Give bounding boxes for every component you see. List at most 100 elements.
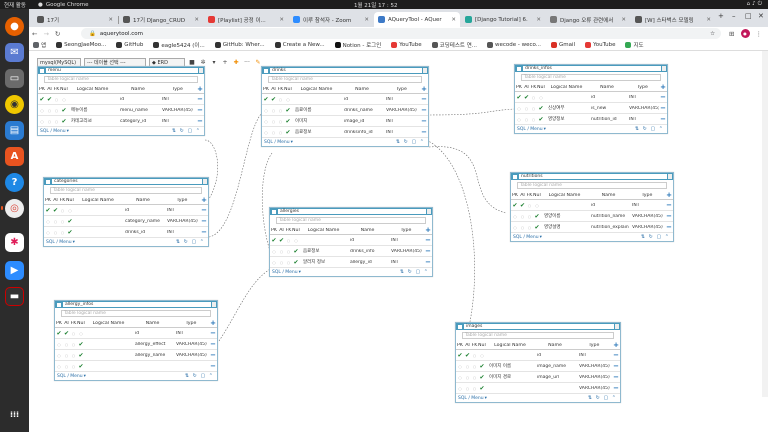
bookmark-item[interactable]: Create a New... bbox=[274, 42, 325, 48]
remove-column-icon[interactable]: − bbox=[659, 104, 667, 112]
ai-checkbox[interactable]: ○ bbox=[63, 353, 70, 358]
close-window-icon[interactable]: ✕ bbox=[758, 12, 764, 20]
fk-checkbox[interactable]: ○ bbox=[530, 117, 537, 122]
logical-name-field[interactable]: 영양정보 bbox=[545, 116, 588, 122]
ai-checkbox[interactable]: ○ bbox=[270, 108, 277, 113]
thunderbird-icon[interactable]: ✉ bbox=[5, 43, 24, 62]
table-categories[interactable]: categories Table logical name PK AI FK N… bbox=[43, 177, 209, 247]
tab-7[interactable]: Django 오류 관련에서 ✕ bbox=[546, 12, 630, 27]
column-row[interactable]: ○ ○ ○ ✔ allergy_effect VARCHAR(45) − bbox=[55, 339, 217, 350]
add-column-icon[interactable]: + bbox=[209, 319, 217, 327]
refresh-icon[interactable]: ↻ bbox=[193, 373, 198, 379]
column-type-field[interactable]: INT bbox=[164, 230, 200, 235]
bookmark-item[interactable]: eagle5424 (이... bbox=[153, 41, 205, 49]
column-type-field[interactable]: VARCHAR(45) bbox=[388, 249, 424, 254]
table-actions[interactable]: ⇅ ↻ ▢ ⌃ bbox=[588, 395, 617, 401]
column-name-field[interactable]: drinks_name bbox=[341, 108, 383, 113]
column-type-field[interactable]: INT bbox=[164, 208, 200, 213]
ai-checkbox[interactable]: ○ bbox=[270, 119, 277, 124]
chevron-down-icon[interactable]: ▾ bbox=[84, 374, 86, 379]
system-tray[interactable]: ⌂♪⏻ bbox=[747, 1, 764, 8]
slack-icon[interactable]: ✱ bbox=[5, 233, 24, 252]
table-actions[interactable]: ⇅ ↻ ▢ ⌃ bbox=[635, 126, 664, 132]
remove-column-icon[interactable]: − bbox=[209, 362, 217, 370]
ai-checkbox[interactable]: ✔ bbox=[270, 96, 277, 103]
tab-6[interactable]: [Django Tutorial] 6. ✕ bbox=[461, 12, 545, 27]
sql-menu-link[interactable]: SQL / Menu bbox=[513, 235, 539, 240]
ai-checkbox[interactable]: ○ bbox=[464, 375, 471, 380]
chevron-down-icon[interactable]: ▾ bbox=[291, 140, 293, 145]
column-name-field[interactable]: id bbox=[132, 331, 173, 336]
null-checkbox[interactable]: ○ bbox=[292, 238, 300, 243]
column-name-field[interactable]: is_new bbox=[588, 106, 626, 111]
ai-checkbox[interactable]: ✔ bbox=[52, 207, 59, 214]
remove-column-icon[interactable]: − bbox=[196, 95, 204, 103]
menu-kebab-icon[interactable]: ⋮ bbox=[756, 30, 763, 38]
pk-checkbox[interactable]: ○ bbox=[38, 108, 46, 113]
app-menu[interactable]: ● Google Chrome bbox=[38, 2, 89, 8]
comment-icon[interactable]: ▢ bbox=[187, 128, 193, 134]
fk-checkbox[interactable]: ○ bbox=[70, 353, 77, 358]
ai-checkbox[interactable]: ✔ bbox=[63, 330, 70, 337]
bookmark-item[interactable]: Notion - 로그인 bbox=[334, 41, 381, 49]
remove-column-icon[interactable]: − bbox=[200, 206, 208, 214]
column-row[interactable]: ○ ○ ○ ✔ 영양이름 nutrition_name VARCHAR(45) … bbox=[511, 211, 673, 222]
remove-column-icon[interactable]: − bbox=[196, 106, 204, 114]
column-name-field[interactable]: drinks_info bbox=[347, 249, 388, 254]
fk-checkbox[interactable]: ○ bbox=[53, 108, 60, 113]
table-logical-name-input[interactable]: Table logical name bbox=[517, 182, 667, 189]
null-checkbox[interactable]: ✔ bbox=[284, 129, 292, 136]
null-checkbox[interactable]: ○ bbox=[284, 97, 292, 102]
extensions-icon[interactable]: ⊞ bbox=[729, 30, 734, 38]
close-tab-icon[interactable]: ✕ bbox=[108, 17, 113, 23]
fk-checkbox[interactable]: ○ bbox=[471, 386, 478, 391]
column-row[interactable]: ✔ ✔ ○ ○ id INT − bbox=[44, 205, 208, 216]
minimize-icon[interactable]: – bbox=[732, 12, 736, 20]
tab-4[interactable]: 이루 참석자 - Zoom ✕ bbox=[289, 12, 373, 27]
logical-name-field[interactable]: 음료정보 bbox=[292, 129, 341, 135]
logical-name-field[interactable]: 알러지 정보 bbox=[300, 259, 347, 265]
ai-checkbox[interactable]: ○ bbox=[46, 119, 53, 124]
bookmark-item[interactable]: SeongJaeMoo... bbox=[56, 42, 106, 48]
zoom-icon[interactable]: ▶ bbox=[5, 261, 24, 280]
refresh-icon[interactable]: ↻ bbox=[643, 126, 648, 132]
logical-name-field[interactable]: 이미지 bbox=[292, 118, 341, 124]
table-logical-name-input[interactable]: Table logical name bbox=[462, 332, 614, 339]
add-column-icon[interactable]: + bbox=[612, 341, 620, 349]
fk-checkbox[interactable]: ○ bbox=[285, 238, 292, 243]
fk-checkbox[interactable]: ○ bbox=[277, 108, 284, 113]
collapse-icon[interactable]: ⌃ bbox=[659, 126, 664, 132]
ai-checkbox[interactable]: ○ bbox=[278, 260, 285, 265]
fk-checkbox[interactable]: ○ bbox=[285, 249, 292, 254]
fk-checkbox[interactable]: ○ bbox=[526, 214, 533, 219]
column-type-field[interactable]: INT bbox=[576, 353, 612, 358]
chevron-down-icon[interactable]: ▾ bbox=[210, 59, 218, 67]
remove-column-icon[interactable]: − bbox=[420, 117, 428, 125]
null-checkbox[interactable]: ✔ bbox=[60, 107, 68, 114]
collapse-icon[interactable]: ⌃ bbox=[420, 139, 425, 145]
bookmark-item[interactable]: GitHub bbox=[116, 42, 143, 48]
column-type-field[interactable]: VARCHAR(45) bbox=[164, 219, 200, 224]
table-actions[interactable]: ⇅ ↻ ▢ ⌃ bbox=[641, 234, 670, 240]
ai-checkbox[interactable]: ○ bbox=[52, 230, 59, 235]
refresh-icon[interactable]: ↻ bbox=[408, 269, 413, 275]
column-name-field[interactable]: id bbox=[347, 238, 388, 243]
column-name-field[interactable]: nutrition_name bbox=[588, 214, 629, 219]
table-allergies[interactable]: allergies Table logical name PK AI FK Nu… bbox=[269, 207, 433, 277]
fk-checkbox[interactable]: ○ bbox=[70, 331, 77, 336]
bookmark-item[interactable]: YouTube bbox=[391, 42, 422, 48]
table-logical-name-input[interactable]: Table logical name bbox=[276, 217, 426, 224]
column-name-field[interactable]: image_name bbox=[534, 364, 576, 369]
software-icon[interactable]: A bbox=[5, 147, 24, 166]
fk-checkbox[interactable]: ○ bbox=[59, 230, 66, 235]
logical-name-field[interactable]: 영양설명 bbox=[541, 224, 588, 230]
tab-5-active[interactable]: AQueryTool - AQuer ✕ bbox=[374, 12, 460, 27]
chevron-down-icon[interactable]: ▾ bbox=[544, 127, 546, 132]
column-type-field[interactable]: INT bbox=[159, 97, 196, 102]
table-logical-name-input[interactable]: Table logical name bbox=[521, 74, 661, 81]
table-select-checkbox[interactable] bbox=[272, 209, 276, 214]
table-header[interactable]: allergy_infos bbox=[55, 301, 217, 308]
column-row[interactable]: ○ ○ ○ ✔ 메뉴이름 menu_name VARCHAR(45) − bbox=[38, 105, 204, 116]
sort-icon[interactable]: ⇅ bbox=[400, 269, 405, 275]
column-name-field[interactable]: id bbox=[588, 203, 629, 208]
